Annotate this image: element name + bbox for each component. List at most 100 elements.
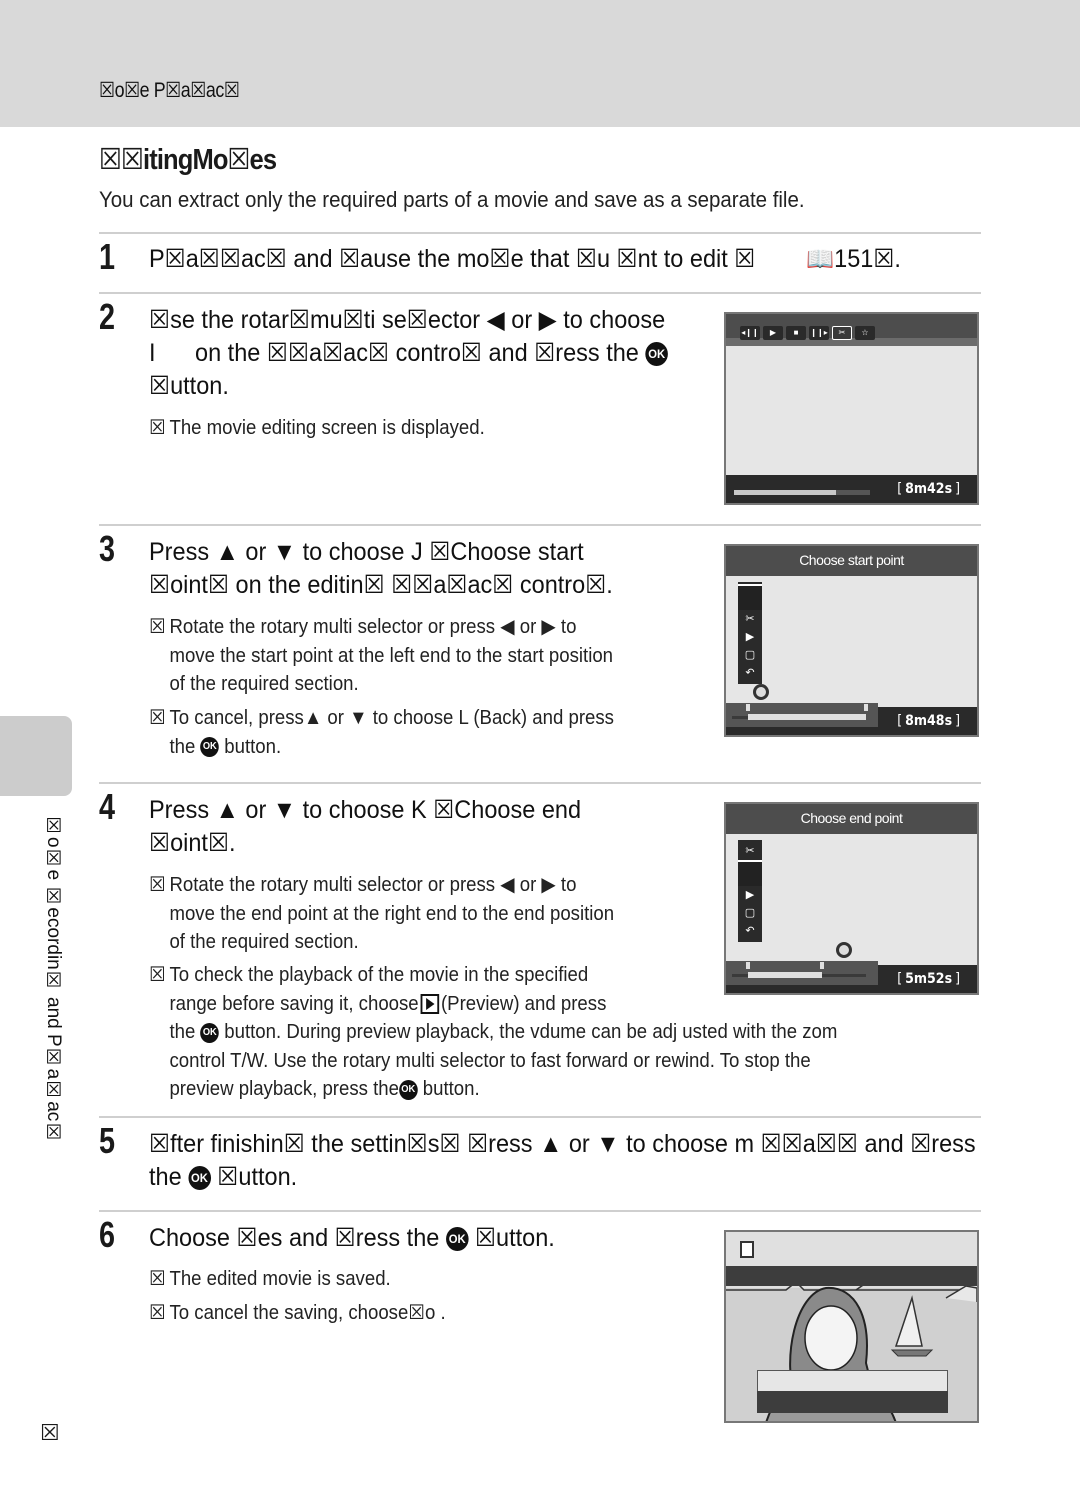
ok-button-icon: OK [200,1022,220,1043]
step-1-instruction: P☒a☒☒ac☒ and ☒ause the mo☒e that ☒u ☒nt … [149,245,756,273]
step-5-text-part: ☒utton. [217,1163,298,1191]
ok-button-icon: OK [200,737,220,758]
control-glyph: I [149,339,156,367]
step-number: 4 [99,786,116,827]
bullet-text: To cancel, press▲ or ▼ to choose L (Back… [169,707,614,729]
bullet-text: To cancel the saving, choose☒o . [169,1302,446,1324]
no-option[interactable] [757,1391,948,1413]
save-icon [740,1241,754,1258]
intro-text: You can extract only the required parts … [99,187,805,212]
bullet-text: move the end point at the right end to t… [169,902,615,925]
choose-start-point-icon[interactable]: ✂ [738,842,762,860]
rotary-dial-icon [753,684,769,700]
bullet-text: the OK button. During preview playback, … [149,1018,837,1047]
step-6-text-part: Choose ☒es and ☒ress the [149,1224,440,1252]
play-icon[interactable]: ▶ [763,326,783,340]
preview-icon[interactable]: ▶ [738,886,762,904]
bullet-item: ☒ The edited movie is saved. [149,1265,391,1294]
yes-option[interactable] [757,1370,948,1392]
save-icon[interactable]: ▢ [738,646,762,664]
bullet-text: To check the playback of the movie in th… [169,964,589,986]
divider [99,1116,981,1118]
save-icon[interactable]: ▢ [738,904,762,922]
camera-screen-start-point: Choose start point ✂ ▶ ▢ ↶ [8m48s] [724,544,979,737]
stop-icon[interactable]: ■ [786,326,806,340]
step-number: 6 [99,1214,116,1255]
playback-progress-bar [734,490,870,495]
camera-screen-save [724,1230,979,1423]
step-6-text-part: ☒utton. [474,1224,555,1252]
step-2-text: ☒se the rotar☒mu☒ti se☒ector ◀ or ▶ to c… [149,304,668,403]
screen-title: Choose end point [800,810,903,826]
divider [99,1210,981,1212]
section-heading: ☒o☒e P☒a☒ac☒ [99,79,240,102]
step-1-text: P☒a☒☒ac☒ and ☒ause the mo☒e that ☒u ☒nt … [149,243,901,276]
end-handle[interactable] [864,704,868,711]
step-2-line: ☒utton. [149,372,229,400]
step-3-line: ☒oint☒ on the editin☒ ☒☒a☒ac☒ contro☒. [149,571,613,599]
bullet-mark: ☒ [149,417,166,439]
bullet-text-part: preview playback, press the [169,1078,399,1100]
book-icon: 📖 [806,246,835,273]
screen-title-band [726,1266,977,1286]
chapter-tab [0,716,72,796]
step-5-line: ☒fter finishin☒ the settin☒s☒ ☒ress ▲ or… [149,1130,976,1158]
bullet-text-part: (Preview) and press [440,992,607,1015]
bullet-text: The edited movie is saved. [169,1268,391,1290]
time-readout: [5m52s] [897,971,960,987]
edit-menu: ✂ ▶ ▢ ↶ [738,840,762,942]
bullet-mark: ☒ [149,616,166,638]
time-readout: [8m48s] [897,713,960,729]
step-3-text: Press ▲ or ▼ to choose J ☒Choose start ☒… [149,536,613,602]
bullet-text: preview playback, press the OK button. [149,1075,837,1104]
divider [99,232,981,234]
bullet-item: ☒ To cancel, press▲ or ▼ to choose L (Bac… [149,704,614,761]
step-number: 1 [99,236,116,277]
choose-end-point-icon[interactable]: ✂ [738,610,762,628]
bullet-item: ☒ Rotate the rotary multi selector or pre… [149,871,614,957]
back-icon[interactable]: ↶ [738,664,762,682]
bullet-text: of the required section. [169,673,359,695]
bullet-text-part: button. [224,735,282,758]
step-2-line: ☒se the rotar☒mu☒ti se☒ector ◀ or ▶ to c… [149,306,666,334]
save-frame-icon[interactable]: ☆ [855,326,875,340]
frame-forward-icon[interactable]: ❙❙▸ [809,326,829,340]
time-value: 8m48s [905,713,953,729]
choose-end-point-item[interactable] [738,860,762,886]
ok-button-icon: OK [645,342,668,367]
step-number: 3 [99,528,116,569]
start-handle[interactable] [746,962,751,969]
bullet-mark: ☒ [149,1268,166,1290]
bullet-text: The movie editing screen is displayed. [169,417,485,439]
step-5-text-part: the [149,1163,182,1191]
back-icon[interactable]: ↶ [738,922,762,940]
page-title: ☒☒itingMo☒es [99,144,277,176]
step-3-line: Press ▲ or ▼ to choose J ☒Choose start [149,538,584,566]
edit-scissors-icon[interactable]: ✂ [832,326,852,340]
rotary-dial-icon [836,942,852,958]
bullet-text: control T/W. Use the rotary multi select… [169,1049,811,1072]
bullet-text: of the required section. [169,931,359,953]
time-value: 5m52s [905,971,953,987]
bullet-text: the OK button. [149,733,614,762]
step-5-text: ☒fter finishin☒ the settin☒s☒ ☒ress ▲ or… [149,1128,976,1194]
preview-icon[interactable]: ▶ [738,628,762,646]
chapter-label: ☒o☒e ☒ecordin☒ and P☒a☒ac☒ [43,815,64,1144]
bullet-text: Rotate the rotary multi selector or pres… [169,874,577,896]
edit-range-bar [726,703,878,727]
start-handle[interactable] [746,704,751,711]
choose-start-point-item[interactable] [738,584,762,610]
step-number: 2 [99,296,116,337]
edit-range-bar [726,961,878,985]
bullet-item: ☒ Rotate the rotary multi selector or pre… [149,613,613,699]
frame-back-icon[interactable]: ◂❙❙ [740,326,760,340]
step-number: 5 [99,1120,116,1161]
end-handle[interactable] [819,962,824,969]
divider [99,782,981,784]
page-number: ☒ [40,1420,60,1445]
time-value: 8m42s [905,481,953,497]
bullet-mark: ☒ [149,1302,166,1324]
step-5-line: the OK ☒utton. [149,1161,976,1194]
step-2-line: Ion the ☒☒a☒ac☒ contro☒ and ☒ress the OK [149,337,668,370]
step-4-line: Press ▲ or ▼ to choose K ☒Choose end [149,796,582,824]
